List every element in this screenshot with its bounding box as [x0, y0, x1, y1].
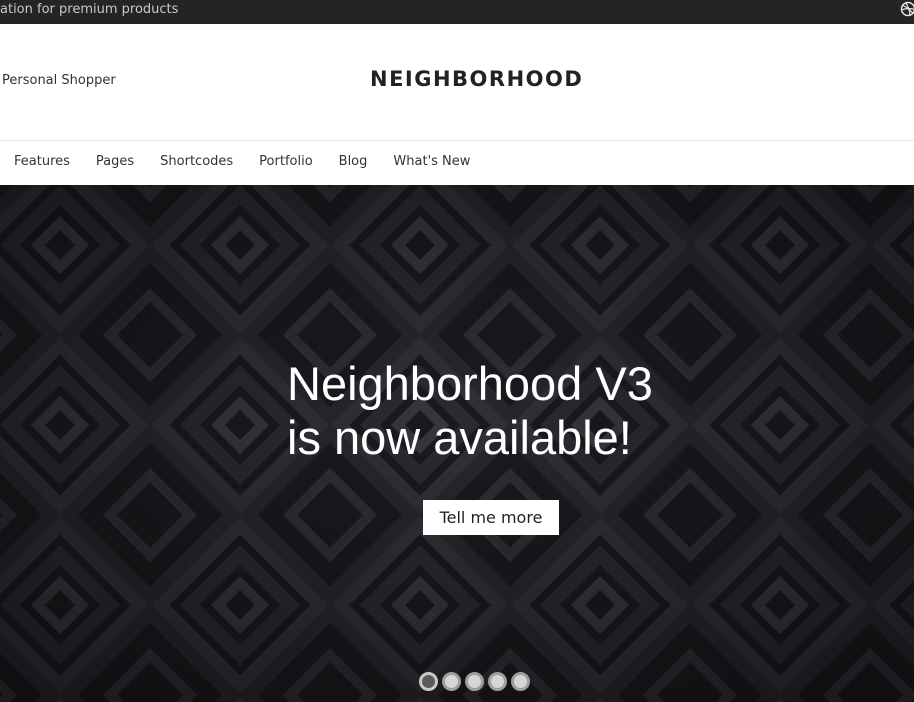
hero-slider: Neighborhood V3 is now available! Tell m… — [0, 185, 914, 702]
personal-shopper-link[interactable]: Personal Shopper — [2, 73, 116, 88]
top-bar: ation for premium products — [0, 0, 914, 24]
hero-headline-line-1: Neighborhood V3 — [287, 357, 653, 410]
promo-text: ation for premium products — [0, 2, 179, 17]
site-logo[interactable]: NEIGHBORHOOD — [370, 67, 583, 91]
dribbble-icon[interactable] — [900, 1, 914, 17]
nav-item-features[interactable]: Features — [14, 154, 70, 169]
nav-item-pages[interactable]: Pages — [96, 154, 134, 169]
nav-item-blog[interactable]: Blog — [339, 154, 368, 169]
slider-dot-5[interactable] — [511, 672, 530, 691]
main-nav: Features Pages Shortcodes Portfolio Blog What… — [0, 141, 914, 185]
slider-dot-2[interactable] — [442, 672, 461, 691]
tell-me-more-button[interactable]: Tell me more — [423, 500, 559, 535]
slider-dot-4[interactable] — [488, 672, 507, 691]
nav-item-what-s-new[interactable]: What's New — [393, 154, 470, 169]
nav-list: Features Pages Shortcodes Portfolio Blog What… — [14, 154, 496, 169]
slider-dot-1[interactable] — [419, 672, 438, 691]
hero-headline-line-2: is now available! — [287, 411, 632, 464]
slider-dot-3[interactable] — [465, 672, 484, 691]
slider-pagination — [419, 672, 534, 691]
hero-headline: Neighborhood V3 is now available! — [287, 357, 653, 465]
nav-item-shortcodes[interactable]: Shortcodes — [160, 154, 233, 169]
site-header: Personal Shopper NEIGHBORHOOD — [0, 24, 914, 141]
nav-item-portfolio[interactable]: Portfolio — [259, 154, 312, 169]
